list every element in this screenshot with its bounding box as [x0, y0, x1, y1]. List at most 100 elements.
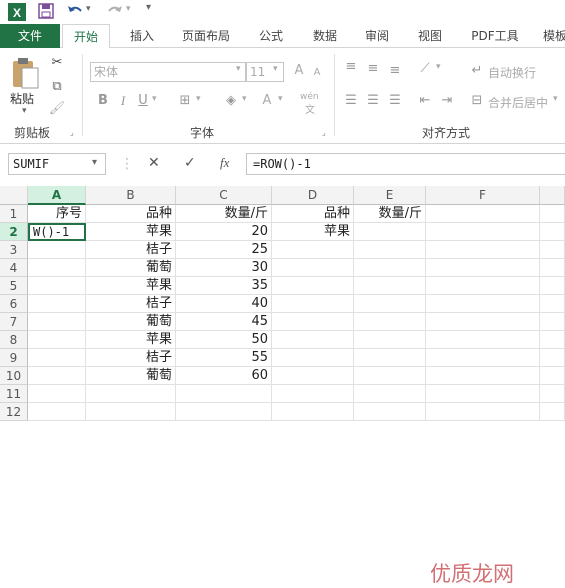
cell[interactable]: 25	[176, 241, 272, 259]
cell[interactable]	[540, 349, 565, 367]
cell[interactable]: 数量/斤	[176, 205, 272, 223]
chevron-down-icon[interactable]: ▾	[92, 157, 97, 168]
merge-center-icon[interactable]: ⊟	[468, 92, 486, 110]
cell[interactable]: 序号	[28, 205, 86, 223]
cell[interactable]	[28, 259, 86, 277]
cell[interactable]: 35	[176, 277, 272, 295]
cell[interactable]: 45	[176, 313, 272, 331]
cell[interactable]	[354, 349, 426, 367]
cell[interactable]	[426, 205, 540, 223]
paste-dropdown-icon[interactable]: ▾	[22, 106, 27, 116]
cell[interactable]: 苹果	[272, 223, 354, 241]
undo-dropdown-icon[interactable]: ▾	[86, 4, 91, 14]
row-header[interactable]: 4	[0, 259, 28, 277]
tab-page-layout[interactable]: 页面布局	[178, 24, 234, 48]
tab-review[interactable]: 审阅	[360, 24, 394, 48]
align-right-icon[interactable]: ☰	[386, 92, 404, 110]
row-header[interactable]: 12	[0, 403, 28, 421]
cell[interactable]	[540, 331, 565, 349]
borders-icon[interactable]: ⊞	[176, 92, 194, 110]
cell[interactable]	[540, 367, 565, 385]
row-header[interactable]: 3	[0, 241, 28, 259]
row-header[interactable]: 10	[0, 367, 28, 385]
save-icon[interactable]	[38, 3, 54, 19]
cell[interactable]	[272, 277, 354, 295]
cell[interactable]	[426, 349, 540, 367]
cell[interactable]	[272, 349, 354, 367]
cell[interactable]: 40	[176, 295, 272, 313]
cell[interactable]: 葡萄	[86, 367, 176, 385]
cell[interactable]: 50	[176, 331, 272, 349]
paste-button[interactable]: 粘贴	[10, 90, 34, 107]
undo-icon[interactable]	[66, 3, 84, 19]
cell[interactable]	[540, 295, 565, 313]
enter-icon[interactable]: ✓	[184, 155, 196, 171]
wrap-text-button[interactable]: 自动换行	[488, 64, 536, 81]
cell[interactable]: 品种	[86, 205, 176, 223]
column-header-c[interactable]: C	[176, 186, 272, 205]
redo-dropdown-icon[interactable]: ▾	[126, 4, 131, 14]
cell[interactable]: 桔子	[86, 241, 176, 259]
cell[interactable]	[426, 385, 540, 403]
cell[interactable]	[272, 385, 354, 403]
cell[interactable]	[426, 367, 540, 385]
cell[interactable]	[354, 385, 426, 403]
column-header-e[interactable]: E	[354, 186, 426, 205]
cell[interactable]	[176, 385, 272, 403]
cell[interactable]	[354, 295, 426, 313]
cell[interactable]	[426, 259, 540, 277]
cell[interactable]	[426, 331, 540, 349]
cell[interactable]	[540, 403, 565, 421]
tab-file[interactable]: 文件	[0, 24, 60, 48]
decrease-indent-icon[interactable]: ⇤	[416, 92, 434, 110]
column-header-g[interactable]	[540, 186, 565, 205]
tab-templates[interactable]: 模板	[540, 24, 565, 48]
cell[interactable]	[86, 403, 176, 421]
row-header[interactable]: 6	[0, 295, 28, 313]
row-header[interactable]: 8	[0, 331, 28, 349]
row-header[interactable]: 11	[0, 385, 28, 403]
wrap-text-icon[interactable]: ↵	[468, 62, 486, 80]
decrease-font-icon[interactable]: A	[308, 64, 326, 82]
cell[interactable]	[354, 313, 426, 331]
align-top-icon[interactable]: ≡	[342, 58, 360, 76]
bold-button[interactable]: B	[94, 92, 112, 110]
insert-function-icon[interactable]: fx	[220, 155, 229, 171]
cell[interactable]	[426, 295, 540, 313]
cut-icon[interactable]: ✂	[48, 54, 66, 72]
tab-view[interactable]: 视图	[413, 24, 447, 48]
formula-input[interactable]: =ROW()-1	[246, 153, 565, 175]
cell[interactable]	[354, 223, 426, 241]
align-left-icon[interactable]: ☰	[342, 92, 360, 110]
cell[interactable]: 60	[176, 367, 272, 385]
fill-color-icon[interactable]: ◈	[222, 92, 240, 110]
clipboard-launcher-icon[interactable]: ⌟	[70, 128, 74, 137]
cell[interactable]	[28, 367, 86, 385]
redo-icon[interactable]	[106, 3, 124, 19]
row-header[interactable]: 7	[0, 313, 28, 331]
cell[interactable]: 55	[176, 349, 272, 367]
cell[interactable]	[28, 385, 86, 403]
cell[interactable]	[272, 403, 354, 421]
column-header-f[interactable]: F	[426, 186, 540, 205]
tab-pdf-tools[interactable]: PDF工具	[466, 24, 524, 48]
cell[interactable]	[426, 403, 540, 421]
cell[interactable]: 数量/斤	[354, 205, 426, 223]
cell[interactable]	[354, 331, 426, 349]
active-cell-a2[interactable]: W()-1	[28, 223, 86, 241]
cell[interactable]	[540, 205, 565, 223]
font-launcher-icon[interactable]: ⌟	[322, 128, 326, 137]
cell[interactable]	[272, 295, 354, 313]
select-all-corner[interactable]	[0, 186, 28, 205]
cancel-icon[interactable]: ✕	[148, 155, 160, 171]
customize-qat-icon[interactable]: ▾	[146, 2, 151, 13]
merge-center-button[interactable]: 合并后居中	[488, 94, 548, 111]
cell[interactable]	[28, 277, 86, 295]
cell[interactable]	[272, 367, 354, 385]
font-size-dropdown[interactable]: 11	[246, 62, 284, 82]
row-header[interactable]: 5	[0, 277, 28, 295]
cell[interactable]: 苹果	[86, 277, 176, 295]
cell[interactable]	[28, 349, 86, 367]
cell[interactable]: 20	[176, 223, 272, 241]
cell[interactable]	[272, 331, 354, 349]
